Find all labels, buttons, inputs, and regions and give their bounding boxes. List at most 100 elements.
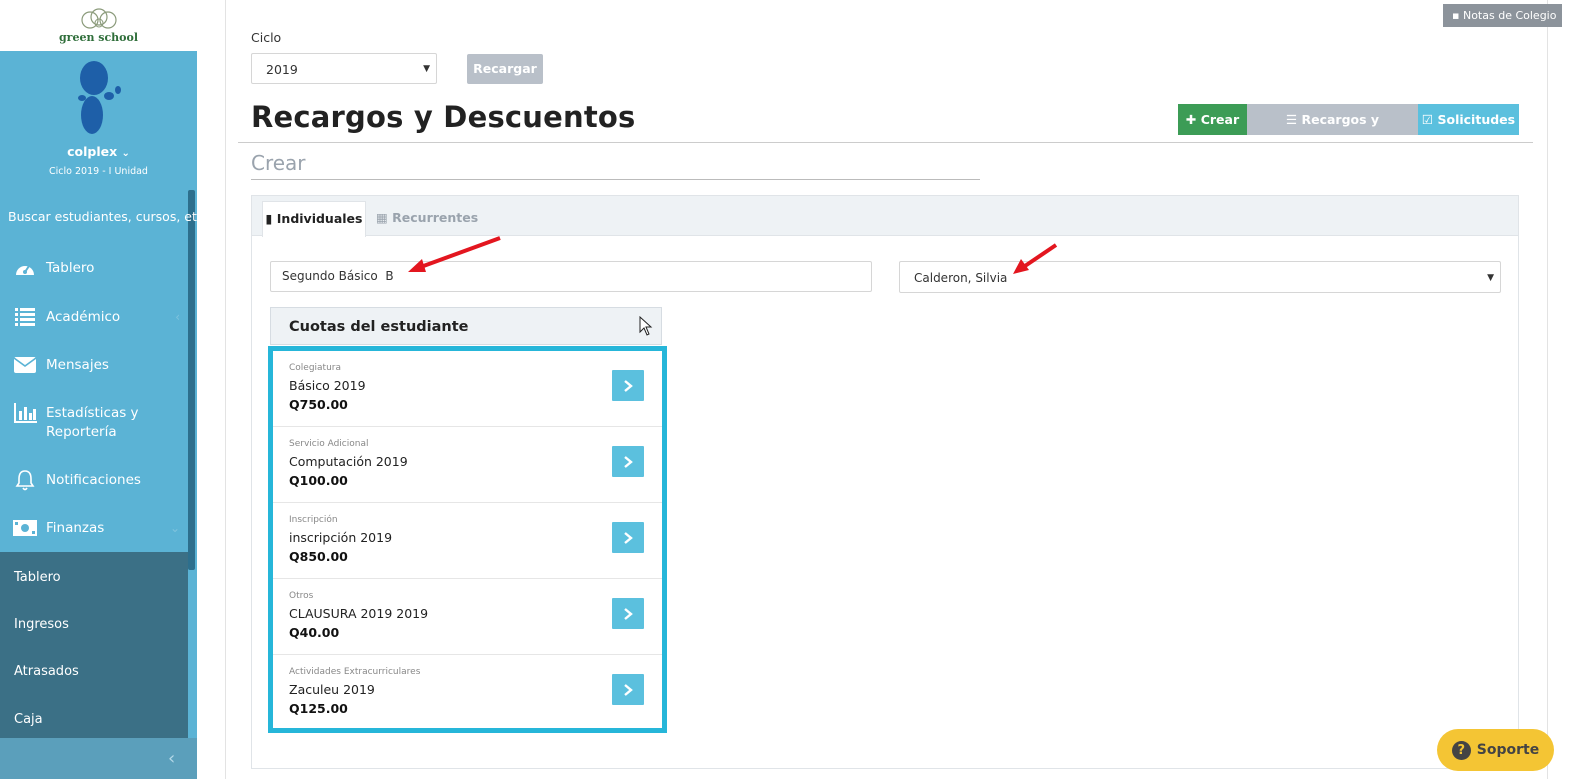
sidebar-item-notificaciones[interactable]: Notificaciones [0,460,188,500]
fee-name: Zaculeu 2019 [289,682,375,697]
select-fee-button[interactable] [612,370,644,401]
create-button[interactable]: ✚ Crear [1178,104,1247,135]
check-square-icon: ☑ [1421,112,1434,127]
chevron-right-icon [624,379,633,392]
tab-individuales[interactable]: ▮ Individuales [262,201,366,237]
fee-amount: Q850.00 [289,549,348,564]
solicitudes-label: Solicitudes [1437,112,1516,127]
sidebar-search-input[interactable]: Buscar estudiantes, cursos, etc... [8,209,197,224]
sidebar-item-label: Académico [46,308,121,325]
sidebar-item-label: Tablero [46,259,95,276]
envelope-icon [13,354,37,376]
list-item: Colegiatura Básico 2019 Q750.00 [273,351,662,427]
sidebar-item-finanzas[interactable]: Finanzas ⌄ [0,508,188,548]
sidebar-item-estadisticas[interactable]: Estadísticas y Reportería [0,402,188,446]
student-name: Calderon, Silvia [914,271,1008,285]
calendar-icon: ▦ [376,210,388,225]
fee-name: Básico 2019 [289,378,366,393]
fees-header: Cuotas del estudiante [270,307,662,345]
money-icon [13,517,37,539]
chevron-right-icon [624,455,633,468]
select-fee-button[interactable] [612,446,644,477]
avatar[interactable] [68,60,128,138]
sidebar-item-label-line2: Reportería [46,424,117,440]
tab-recurrentes[interactable]: ▦ Recurrentes [376,201,478,236]
select-fee-button[interactable] [612,598,644,629]
sidebar-footer: ‹ [0,738,197,779]
course-field[interactable]: Segundo Básico B [270,261,872,292]
collapse-sidebar-icon[interactable]: ‹ [168,748,175,769]
sidebar: green school colplex ⌄ Ciclo 2019 - I Un… [0,0,197,779]
chevron-right-icon [624,531,633,544]
reload-button[interactable]: Recargar [467,54,543,84]
recargos-descuentos-label: Recargos y Descuentos [1291,112,1380,158]
title-divider [238,142,1533,143]
list-item: Actividades Extracurriculares Zaculeu 20… [273,655,662,731]
fee-amount: Q750.00 [289,397,348,412]
bar-chart-icon [13,402,37,424]
create-button-label: Crear [1200,112,1240,127]
fee-amount: Q100.00 [289,473,348,488]
ciclo-label: Ciclo [251,30,282,45]
chevron-down-icon: ⌄ [121,148,130,159]
question-circle-icon: ? [1451,740,1471,760]
submenu-item-ingresos[interactable]: Ingresos [14,617,69,632]
solicitudes-button[interactable]: ☑ Solicitudes [1418,104,1519,135]
fees-list: Colegiatura Básico 2019 Q750.00 Servicio… [268,346,667,733]
fees-title: Cuotas del estudiante [289,319,469,335]
sidebar-item-label: Finanzas [46,519,105,536]
user-menu[interactable]: colplex ⌄ [0,144,197,159]
sidebar-item-mensajes[interactable]: Mensajes [0,345,188,385]
select-fee-button[interactable] [612,522,644,553]
section-title: Crear [251,151,306,175]
submenu-item-caja[interactable]: Caja [14,712,43,727]
sidebar-scrollbar[interactable] [188,190,195,570]
tab-label: Recurrentes [392,210,479,225]
recargos-descuentos-button[interactable]: ☰ Recargos y Descuentos [1247,104,1418,158]
logo-text: green school [58,30,139,44]
page-title: Recargos y Descuentos [251,100,636,134]
finanzas-submenu: Tablero Ingresos Atrasados Caja [0,552,188,738]
list-icon [13,306,37,328]
cycle-info: Ciclo 2019 - I Unidad [49,166,148,177]
chevron-down-icon: ⌄ [169,521,180,535]
section-divider [251,179,980,180]
fee-category: Colegiatura [289,363,342,373]
caret-down-icon: ▼ [1487,273,1494,283]
notes-label: Notas de Colegio [1462,9,1557,22]
fee-category: Otros [289,591,314,601]
list-item: Inscripción inscripción 2019 Q850.00 [273,503,662,579]
notes-button[interactable]: ▪ Notas de Colegio ⌄ [1443,4,1569,27]
fee-amount: Q40.00 [289,625,340,640]
fee-name: CLAUSURA 2019 2019 [289,606,429,621]
dashboard-icon [13,257,37,279]
ciclo-value: 2019 [266,62,298,77]
fee-category: Inscripción [289,515,338,525]
bell-icon [13,469,37,491]
school-logo[interactable]: green school [0,0,197,51]
student-select[interactable]: Calderon, Silvia ▼ [899,261,1501,293]
annotation-arrow-icon [1013,243,1058,274]
fee-name: Computación 2019 [289,454,408,469]
submenu-item-atrasados[interactable]: Atrasados [14,664,79,679]
select-fee-button[interactable] [612,674,644,705]
book-icon: ▮ [265,211,273,226]
tab-bar: ▮ Individuales ▦ Recurrentes [252,196,1518,237]
list-item: Otros CLAUSURA 2019 2019 Q40.00 [273,579,662,655]
submenu-item-tablero[interactable]: Tablero [14,570,61,585]
sidebar-item-label: Notificaciones [46,471,141,488]
chevron-right-icon [624,607,633,620]
tab-label: Individuales [276,211,363,226]
fee-name: inscripción 2019 [289,530,393,545]
sticky-note-icon: ▪ [1452,9,1460,22]
support-button[interactable]: ? Soporte [1437,729,1554,771]
plus-icon: ✚ [1185,112,1197,127]
chevron-right-icon [624,683,633,696]
annotation-arrow-icon [408,236,501,272]
sidebar-item-academico[interactable]: Académico ‹ [0,297,188,337]
chevron-down-icon: ⌄ [1559,9,1570,22]
ciclo-select[interactable]: 2019 ▼ [251,53,437,84]
chevron-left-icon: ‹ [175,310,180,324]
support-label: Soporte [1476,742,1540,758]
sidebar-item-tablero[interactable]: Tablero [0,248,188,288]
